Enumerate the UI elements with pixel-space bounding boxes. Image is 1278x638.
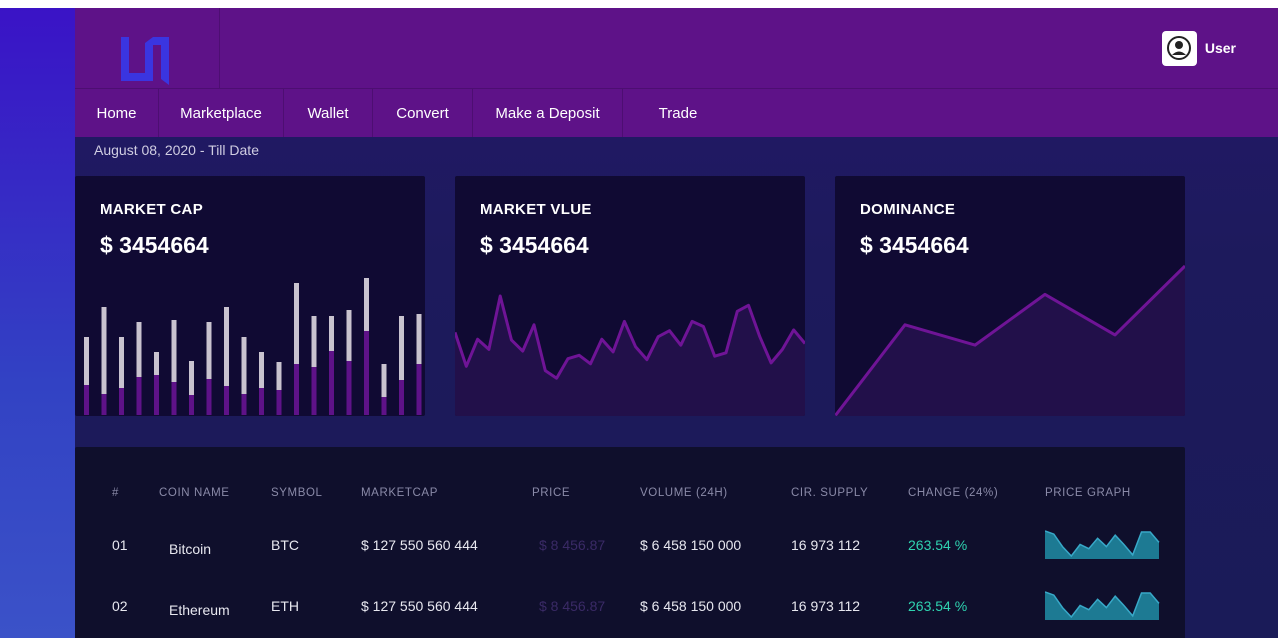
col-header-change: CHANGE (24%): [908, 487, 999, 499]
market-cap-bar-chart: [84, 278, 422, 415]
row-number: 01: [112, 537, 128, 553]
brand-logo-icon[interactable]: [119, 35, 171, 85]
bar-segment: [84, 385, 89, 415]
coin-marketcap: $ 127 550 560 444: [361, 598, 478, 614]
col-header-price: PRICE: [532, 487, 571, 499]
date-range: August 08, 2020 - Till Date: [94, 142, 259, 158]
coin-change: 263.54 %: [908, 537, 968, 553]
coin-price: $ 8 456.87: [539, 537, 606, 553]
bar-segment: [416, 364, 422, 415]
bar-segment: [329, 351, 334, 415]
bar-segment: [364, 331, 369, 415]
col-header-volume: VOLUME (24H): [640, 487, 728, 499]
bar-segment: [101, 394, 107, 415]
coin-name[interactable]: Bitcoin: [169, 541, 211, 557]
bar-segment: [294, 364, 299, 415]
bar-segment: [119, 388, 124, 415]
coin-symbol: BTC: [271, 537, 299, 553]
bar-segment: [346, 361, 352, 415]
bar-segment: [154, 375, 159, 415]
market-cap-card: MARKET CAP $ 3454664: [75, 176, 425, 416]
app-window: User Home Marketplace Wallet Convert Mak…: [75, 8, 1278, 638]
coin-change: 263.54 %: [908, 598, 968, 614]
col-header-price-graph: PRICE GRAPH: [1045, 487, 1131, 499]
market-value-card: MARKET VLUE $ 3454664: [455, 176, 805, 416]
bar-segment: [276, 390, 282, 415]
dominance-area-chart: [835, 264, 1185, 416]
top-strip: [0, 0, 1278, 8]
col-header-marketcap: MARKETCAP: [361, 487, 438, 499]
coin-supply: 16 973 112: [791, 598, 861, 614]
coin-volume: $ 6 458 150 000: [640, 537, 742, 553]
bar-segment: [259, 388, 264, 415]
col-header-supply: CIR. SUPPLY: [791, 487, 869, 499]
user-menu[interactable]: User: [1161, 30, 1236, 66]
bar-segment: [136, 377, 142, 415]
bar-segment: [241, 394, 247, 415]
bar-segment: [399, 380, 404, 415]
col-header-symbol: SYMBOL: [271, 487, 323, 499]
nav-wallet[interactable]: Wallet: [284, 89, 373, 137]
coin-symbol: ETH: [271, 598, 299, 614]
nav-marketplace[interactable]: Marketplace: [159, 89, 284, 137]
user-name[interactable]: User: [1205, 40, 1236, 56]
price-sparkline: [1045, 530, 1160, 559]
header: User: [75, 8, 1278, 88]
coin-supply: 16 973 112: [791, 537, 861, 553]
col-header-coin-name: COIN NAME: [159, 487, 230, 499]
main-nav: Home Marketplace Wallet Convert Make a D…: [75, 88, 1278, 137]
bar-segment: [381, 397, 387, 415]
nav-home[interactable]: Home: [75, 89, 159, 137]
coin-table: # COIN NAME SYMBOL MARKETCAP PRICE VOLUM…: [75, 447, 1185, 638]
coin-price: $ 8 456.87: [539, 598, 606, 614]
price-sparkline: [1045, 591, 1160, 620]
coin-volume: $ 6 458 150 000: [640, 598, 742, 614]
nav-trade[interactable]: Trade: [623, 89, 733, 137]
col-header-number: #: [112, 487, 119, 499]
dominance-area: [835, 266, 1185, 416]
bar-segment: [171, 382, 177, 415]
bar-segment: [189, 395, 194, 415]
dominance-card: DOMINANCE $ 3454664: [835, 176, 1185, 416]
row-number: 02: [112, 598, 128, 614]
logo-cell: [75, 8, 220, 88]
bar-segment: [206, 379, 212, 415]
nav-convert[interactable]: Convert: [373, 89, 473, 137]
coin-marketcap: $ 127 550 560 444: [361, 537, 478, 553]
nav-make-deposit[interactable]: Make a Deposit: [473, 89, 623, 137]
coin-name[interactable]: Ethereum: [169, 602, 230, 618]
bar-segment: [224, 386, 229, 415]
bar-segment: [311, 367, 317, 415]
market-value-area-chart: [455, 294, 805, 416]
user-avatar-icon[interactable]: [1161, 30, 1197, 66]
